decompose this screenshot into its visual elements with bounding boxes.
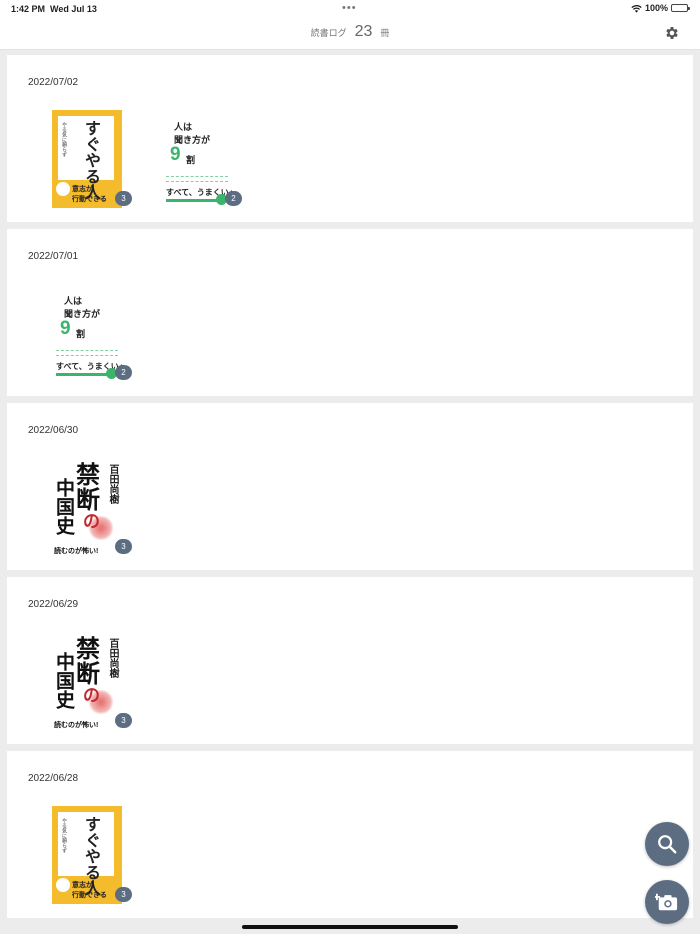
- book-thumbnail[interactable]: 中国史禁断百田尚樹の読むのが怖い! 3: [52, 458, 132, 556]
- cover-stamp: [56, 182, 70, 196]
- book-row: 中国史禁断百田尚樹の読むのが怖い! 3: [52, 458, 132, 556]
- battery-percent: 100%: [644, 3, 668, 13]
- cover-title: 9: [170, 144, 181, 165]
- book-cover: 中国史禁断百田尚樹の読むのが怖い!: [52, 458, 122, 556]
- status-right: 100%: [631, 3, 690, 13]
- read-count-badge: 3: [115, 887, 132, 902]
- book-count: 23: [354, 23, 373, 40]
- camera-add-icon: [655, 893, 678, 911]
- reading-log-label: 読書ログ: [310, 28, 347, 38]
- cover-title: 9: [60, 318, 71, 339]
- status-time: 1:42 PM: [11, 4, 46, 14]
- status-bar: 1:42 PM Wed Jul 13 ••• 100%: [0, 0, 700, 18]
- book-cover: 人は 聞き方が 9 割すべて、うまくいく: [52, 284, 122, 382]
- book-cover: 人は 聞き方が 9 割すべて、うまくいく: [162, 110, 232, 208]
- home-indicator[interactable]: [242, 925, 458, 929]
- entry-date: 2022/06/29: [28, 599, 79, 610]
- cover-text: 読むのが怖い!: [54, 722, 99, 729]
- book-thumbnail[interactable]: 人は 聞き方が 9 割すべて、うまくいく 2: [52, 284, 132, 382]
- cover-title: 禁: [76, 636, 100, 663]
- status-date: Wed Jul 13: [50, 4, 97, 14]
- cover-text: 意志が: [72, 186, 93, 193]
- cover-title: 人は: [174, 122, 193, 132]
- read-count-badge: 3: [115, 713, 132, 728]
- cover-title: 中国史: [53, 652, 74, 709]
- top-bar: 読書ログ 23 冊: [0, 18, 700, 50]
- entry-date: 2022/06/30: [28, 425, 79, 436]
- cover-text: やる気に頼らず: [61, 122, 67, 157]
- cover-title: の: [83, 686, 100, 705]
- cover-text: やる気に頼らず: [61, 818, 67, 853]
- reading-log-list[interactable]: 2022/07/02 やる気に頼らず すぐやる人 意志が 行動できる 3 人は 聞き方が 9 割す…: [7, 55, 693, 925]
- book-cover: 中国史禁断百田尚樹の読むのが怖い!: [52, 632, 122, 730]
- book-thumbnail[interactable]: 中国史禁断百田尚樹の読むのが怖い! 3: [52, 632, 132, 730]
- book-row: 中国史禁断百田尚樹の読むのが怖い! 3: [52, 632, 132, 730]
- cover-title: の: [83, 512, 100, 531]
- read-count-badge: 3: [115, 191, 132, 206]
- cover-text: 行動できる: [72, 892, 107, 899]
- cover-decoration: [56, 350, 118, 356]
- book-row: 人は 聞き方が 9 割すべて、うまくいく 2: [52, 284, 132, 382]
- multitasking-dots[interactable]: •••: [342, 2, 357, 14]
- book-count-unit: 冊: [380, 28, 390, 38]
- search-button[interactable]: [645, 822, 689, 866]
- book-thumbnail[interactable]: やる気に頼らず すぐやる人 意志が 行動できる 3: [52, 806, 132, 904]
- book-thumbnail[interactable]: 人は 聞き方が 9 割すべて、うまくいく 2: [162, 110, 242, 208]
- cover-title: 中国史: [53, 478, 74, 535]
- read-count-badge: 3: [115, 539, 132, 554]
- log-entry-card[interactable]: 2022/06/28 やる気に頼らず すぐやる人 意志が 行動できる 3: [7, 751, 693, 918]
- gear-icon[interactable]: [664, 25, 680, 41]
- entry-date: 2022/07/01: [28, 251, 79, 262]
- log-entry-card[interactable]: 2022/06/30 中国史禁断百田尚樹の読むのが怖い! 3: [7, 403, 693, 570]
- log-entry-card[interactable]: 2022/07/02 やる気に頼らず すぐやる人 意志が 行動できる 3 人は 聞き方が 9 割す…: [7, 55, 693, 222]
- cover-decoration: [166, 199, 218, 202]
- cover-decoration: [166, 176, 228, 182]
- cover-author: 百田尚樹: [107, 638, 118, 678]
- log-entry-card[interactable]: 2022/07/01 人は 聞き方が 9 割すべて、うまくいく 2: [7, 229, 693, 396]
- book-row: やる気に頼らず すぐやる人 意志が 行動できる 3: [52, 806, 132, 904]
- cover-text: 読むのが怖い!: [54, 548, 99, 555]
- cover-text: 行動できる: [72, 196, 107, 203]
- entry-date: 2022/07/02: [28, 77, 79, 88]
- cover-title: 人は: [64, 296, 83, 306]
- cover-author: 百田尚樹: [107, 464, 118, 504]
- cover-text: 意志が: [72, 882, 93, 889]
- book-thumbnail[interactable]: やる気に頼らず すぐやる人 意志が 行動できる 3: [52, 110, 132, 208]
- battery-icon: [671, 4, 690, 12]
- wifi-icon: [631, 4, 642, 13]
- cover-title: 禁: [76, 462, 100, 489]
- cover-title: 割: [186, 155, 196, 165]
- cover-decoration: [56, 373, 108, 376]
- read-count-badge: 2: [225, 191, 242, 206]
- cover-title: 割: [76, 329, 86, 339]
- book-cover: やる気に頼らず すぐやる人 意志が 行動できる: [52, 806, 122, 904]
- search-icon: [658, 835, 677, 854]
- book-row: やる気に頼らず すぐやる人 意志が 行動できる 3 人は 聞き方が 9 割すべて、うまくいく 2: [52, 110, 242, 208]
- entry-date: 2022/06/28: [28, 773, 79, 784]
- read-count-badge: 2: [115, 365, 132, 380]
- cover-stamp: [56, 878, 70, 892]
- book-cover: やる気に頼らず すぐやる人 意志が 行動できる: [52, 110, 122, 208]
- log-entry-card[interactable]: 2022/06/29 中国史禁断百田尚樹の読むのが怖い! 3: [7, 577, 693, 744]
- add-photo-button[interactable]: [645, 880, 689, 924]
- reading-log-summary: 読書ログ 23 冊: [0, 23, 700, 41]
